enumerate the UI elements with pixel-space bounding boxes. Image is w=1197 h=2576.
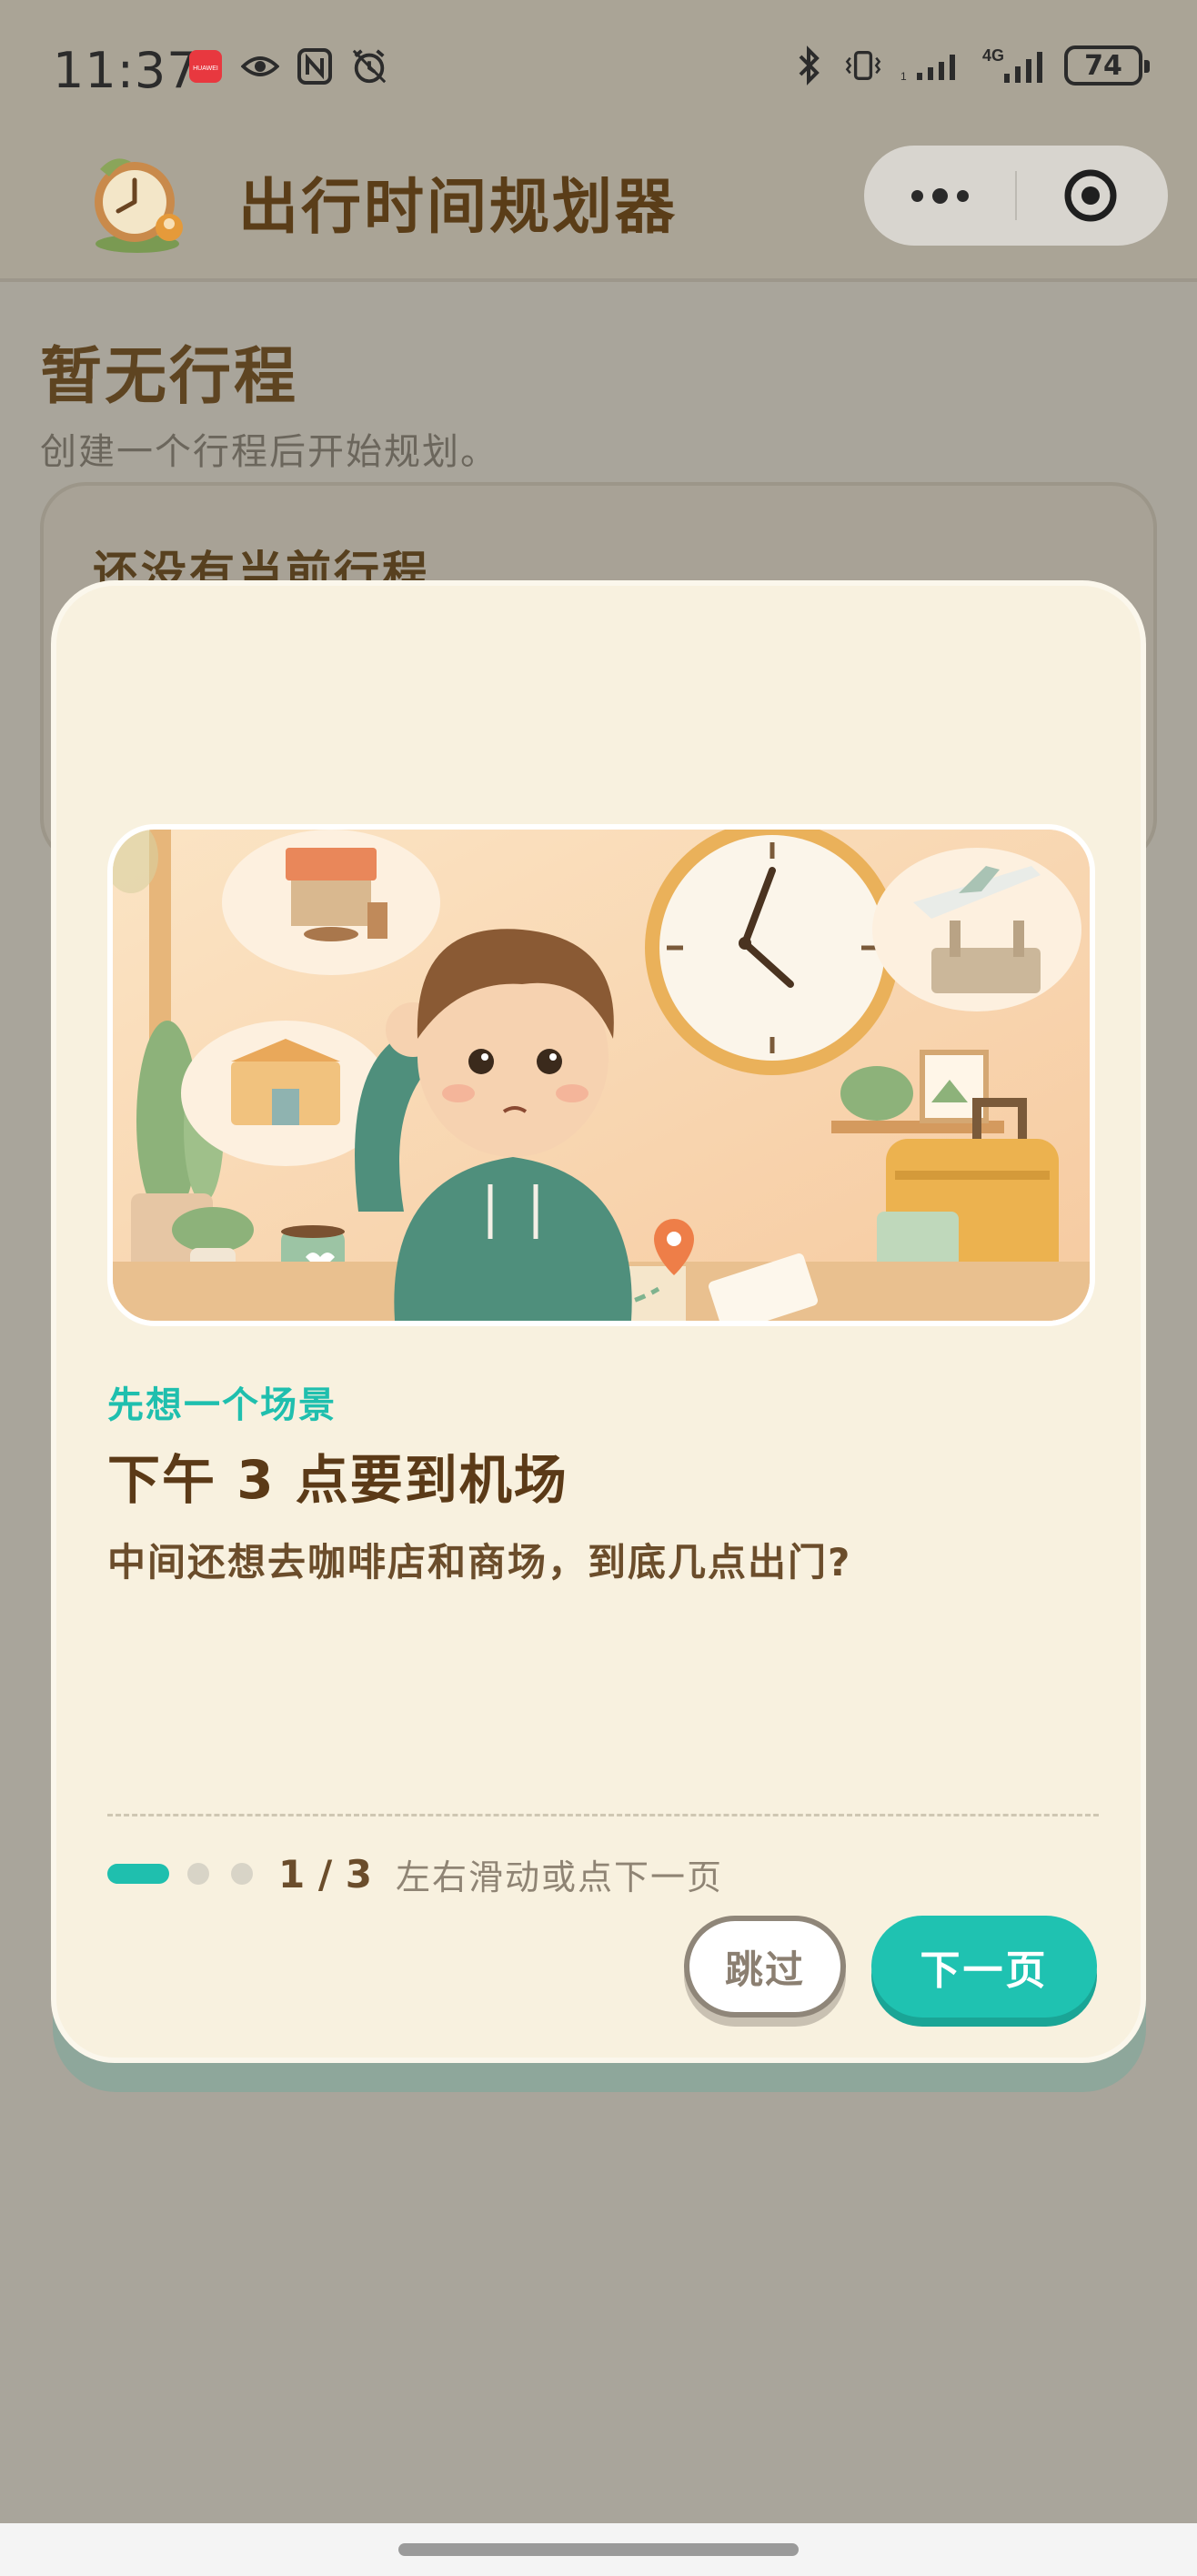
pager: 1 / 3 左右滑动或点下一页: [107, 1846, 723, 1901]
bluetooth-icon: [790, 45, 828, 86]
app-screen: 11:37 HUAWEI 1 4G 74 出行时间规划器 暂无行程 创建一个行程…: [0, 0, 1197, 2576]
pager-dot[interactable]: [231, 1863, 253, 1885]
alarm-icon: [350, 47, 388, 86]
skip-button[interactable]: 跳过: [684, 1916, 846, 2018]
status-right-icons: 1 4G 74: [790, 45, 1150, 86]
pager-hint: 左右滑动或点下一页: [396, 1857, 724, 1897]
system-nav-area: [0, 2523, 1197, 2576]
empty-trips-subtitle: 创建一个行程后开始规划。: [40, 431, 498, 473]
home-gesture-bar[interactable]: [398, 2543, 799, 2556]
status-left-icons: HUAWEI: [186, 47, 388, 86]
nfc-icon: [296, 47, 334, 86]
onboarding-modal[interactable]: 先想一个场景 下午 3 点要到机场 中间还想去咖啡店和商场，到底几点出门? 1 …: [51, 580, 1146, 2063]
slide-description: 中间还想去咖啡店和商场，到底几点出门?: [107, 1540, 852, 1585]
pager-dot[interactable]: [187, 1863, 209, 1885]
battery-icon: 74: [1064, 45, 1150, 86]
divider: [107, 1814, 1099, 1816]
more-icon[interactable]: [864, 146, 1015, 246]
pager-dot-active[interactable]: [107, 1864, 169, 1884]
next-page-button[interactable]: 下一页: [871, 1916, 1097, 2018]
mini-program-capsule: [864, 146, 1168, 246]
slide-kicker: 先想一个场景: [107, 1384, 337, 1426]
page-count: 1 / 3: [278, 1851, 373, 1897]
status-time: 11:37: [53, 42, 199, 99]
svg-text:4G: 4G: [982, 46, 1004, 65]
status-bar: 11:37 HUAWEI 1 4G 74: [0, 0, 1197, 136]
empty-trips-title: 暂无行程: [40, 341, 299, 413]
capsule-divider: [1015, 171, 1017, 220]
planning-boy-illustration: [107, 824, 1095, 1326]
vibrate-icon: [844, 46, 882, 85]
app-title: 出行时间规划器: [238, 172, 678, 242]
signal-icon: 1: [899, 46, 966, 85]
svg-text:1: 1: [900, 70, 907, 83]
battery-level: 74: [1084, 49, 1122, 82]
app-header: 出行时间规划器: [0, 136, 1197, 282]
4g-signal-icon: 4G: [982, 46, 1048, 85]
eye-icon: [241, 47, 279, 86]
target-icon[interactable]: [1015, 146, 1166, 246]
huawei-store-icon: HUAWEI: [186, 47, 225, 86]
clock-logo-icon: [78, 142, 196, 260]
svg-text:HUAWEI: HUAWEI: [193, 65, 218, 72]
slide-title: 下午 3 点要到机场: [107, 1449, 568, 1511]
